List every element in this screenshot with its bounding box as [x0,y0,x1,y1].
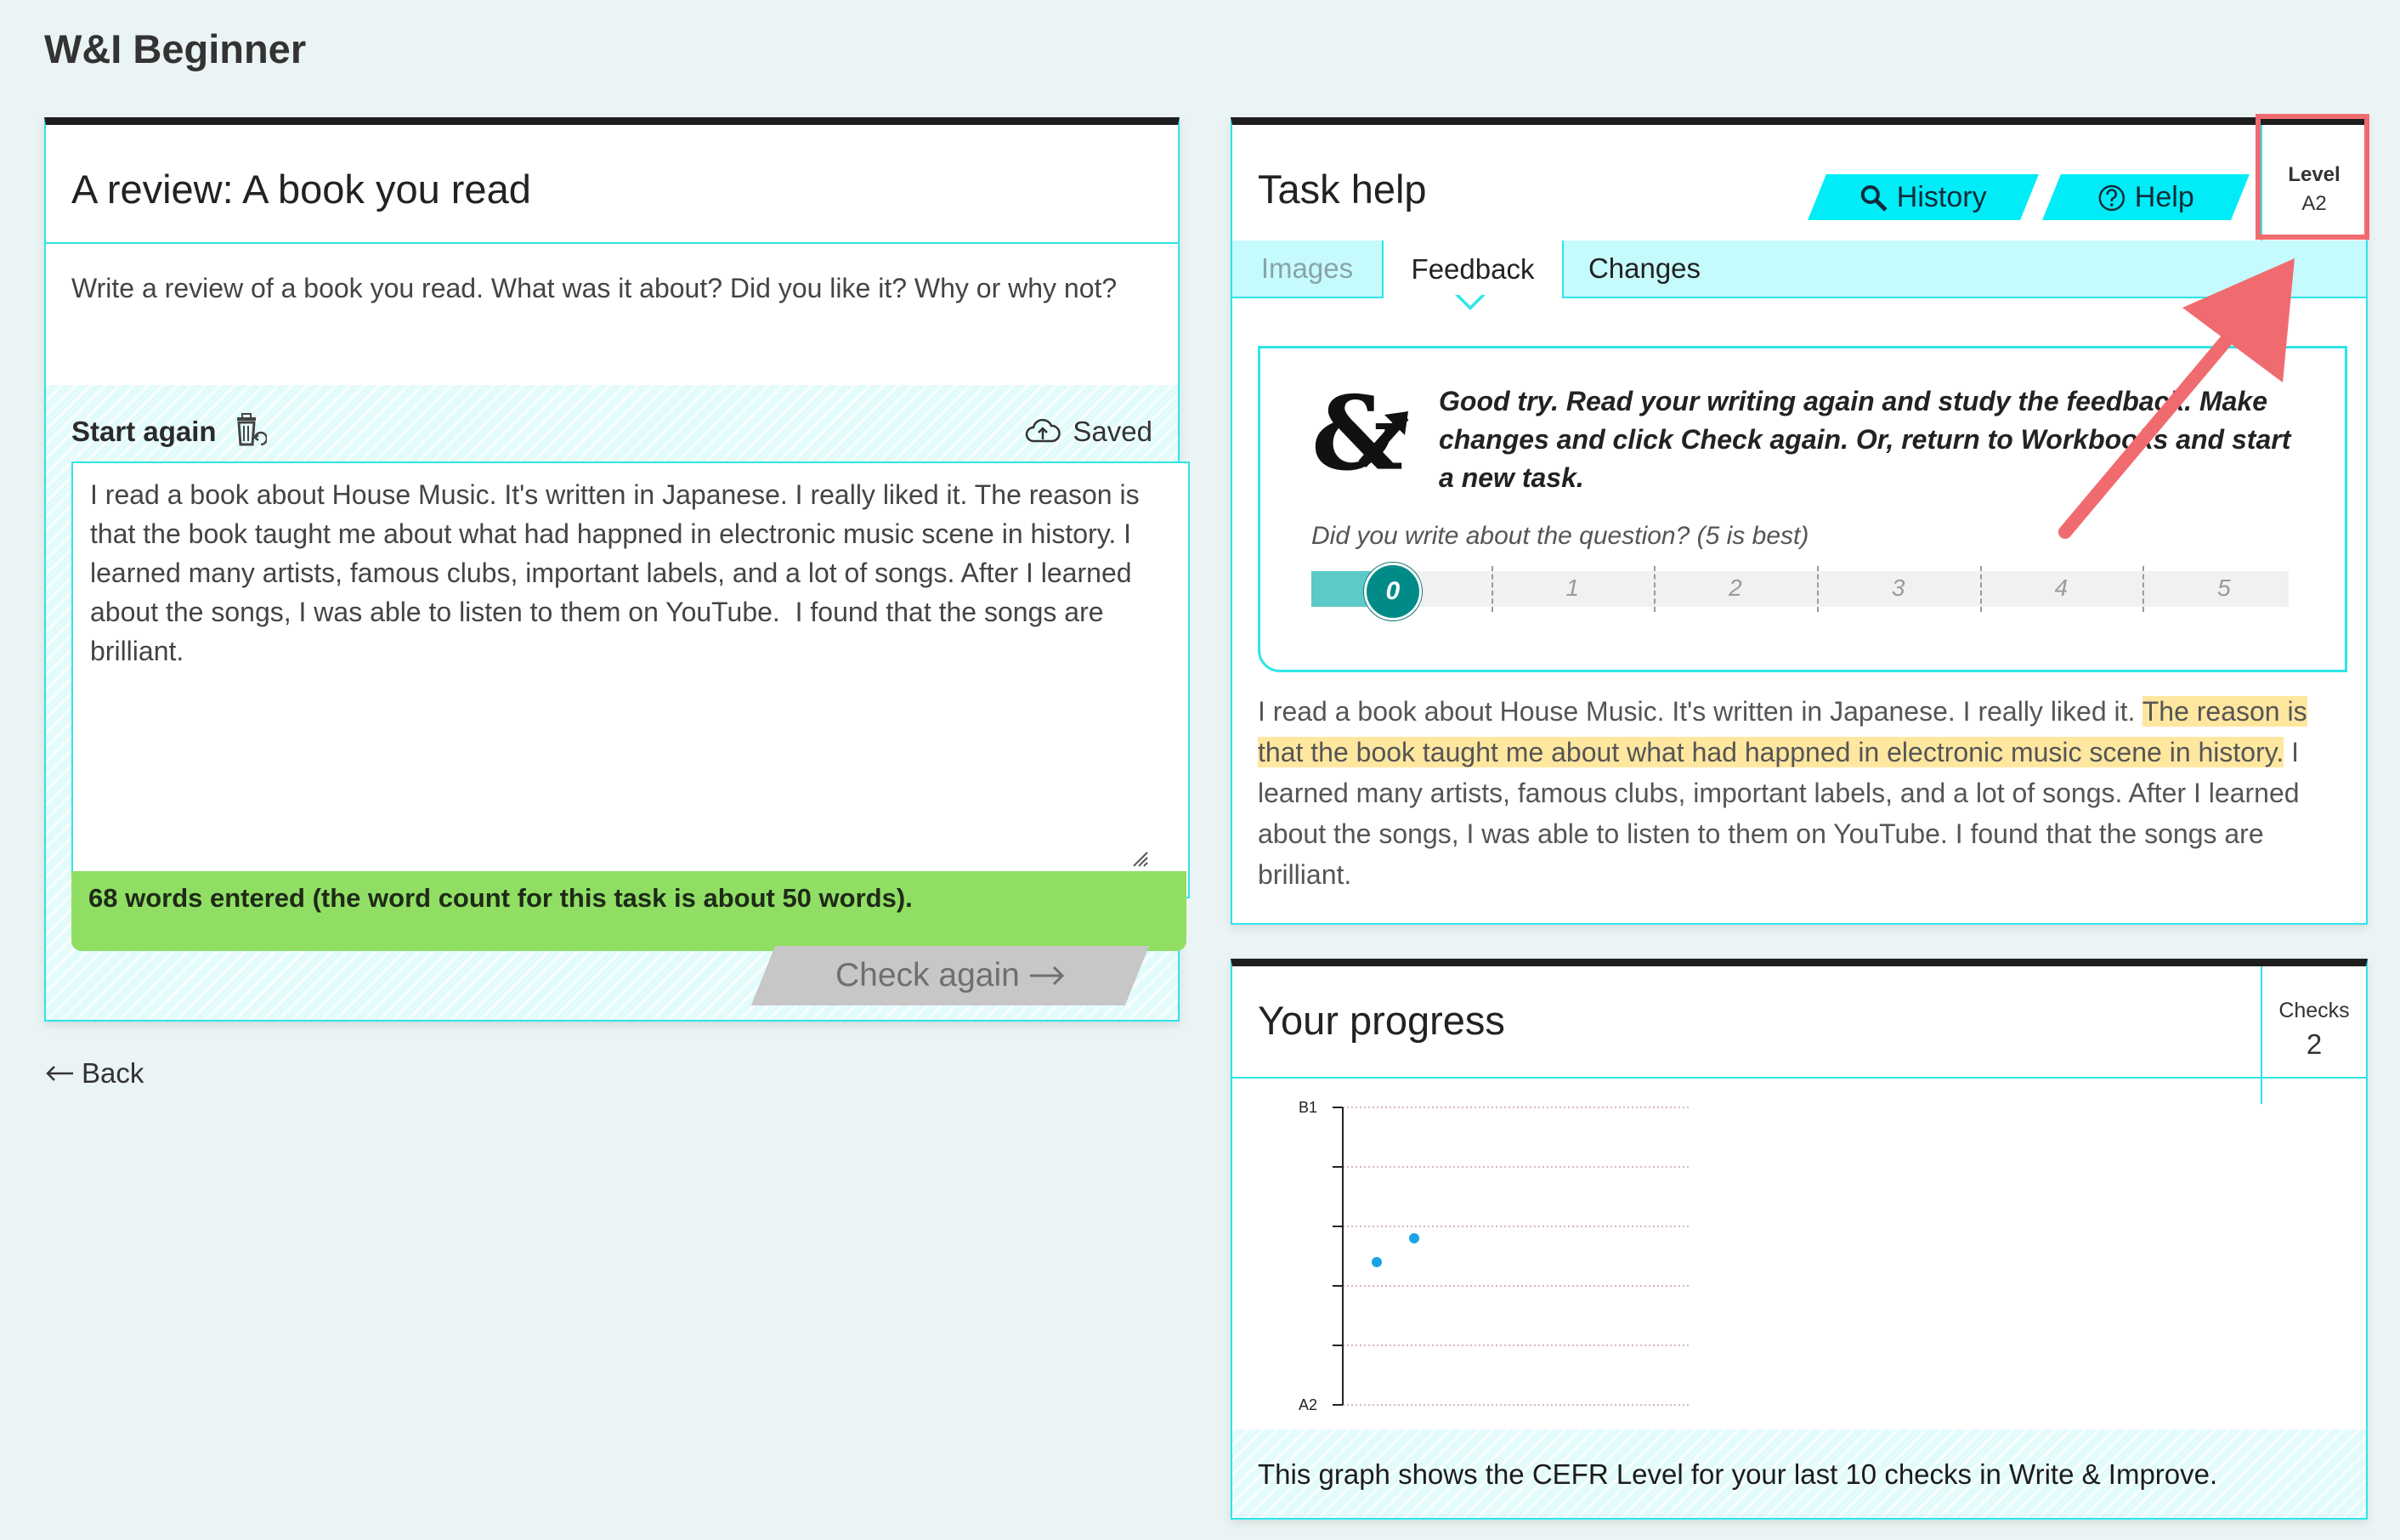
arrow-left-icon [46,1066,73,1081]
back-link[interactable]: Back [44,1057,144,1090]
task-card-header: A review: A book you read [46,125,1178,244]
history-label: History [1897,180,1987,213]
check-again-label: Check again [835,957,1020,994]
saved-label: Saved [1073,416,1152,447]
app-title: W&I Beginner [44,26,307,71]
scale-label: 2 [1729,575,1742,601]
trash-icon[interactable] [229,412,267,450]
help-label: Help [2135,180,2194,213]
back-label: Back [82,1057,144,1089]
saved-status: Saved [1025,416,1152,448]
task-card: A review: A book you read Write a review… [44,117,1190,1022]
progress-title: Your progress [1258,998,1505,1043]
annotation-highlight-box [2256,114,2369,240]
search-icon [1861,184,1888,211]
task-help-title: Task help [1258,167,1427,212]
progress-header: Your progress [1232,966,2366,1079]
tab-images[interactable]: Images [1232,241,1382,297]
arrow-right-icon [1029,965,1064,986]
cefr-chart: A2 B1 [1299,1099,1691,1413]
feedback-essay-text: I read a book about House Music. It's wr… [1258,691,2342,895]
scale-label: 1 [1565,575,1580,601]
help-button[interactable]: Help [2042,174,2250,220]
score-scale: 0 1 2 3 4 5 [1311,563,2289,620]
scale-label: 3 [1891,575,1905,601]
annotation-arrow-icon [2058,258,2295,539]
scale-tick [2142,566,2145,612]
checks-box: Checks 2 [2261,966,2366,1104]
cloud-upload-icon [1026,419,1061,443]
tab-feedback[interactable]: Feedback [1382,241,1564,298]
scale-tick [1654,566,1656,612]
scale-label: 4 [2054,575,2069,601]
essay-input[interactable] [71,461,1190,898]
graph-note: This graph shows the CEFR Level for your… [1232,1430,2366,1518]
task-title: A review: A book you read [71,167,531,212]
score-marker: 0 [1363,563,1422,620]
data-point [1372,1257,1382,1267]
resize-grip-icon[interactable] [1130,849,1149,868]
progress-card: Your progress Checks 2 A2 B1 This graph s… [1231,959,2368,1520]
start-again-label[interactable]: Start again [71,416,217,448]
question-circle-icon [2098,184,2125,211]
word-count-message: 68 words entered (the word count for thi… [71,871,1186,951]
checks-label: Checks [2278,999,2350,1022]
scale-tick [1491,566,1493,612]
history-button[interactable]: History [1808,174,2039,220]
essay-text-before: I read a book about House Music. It's wr… [1258,696,2142,727]
y-tick-label: A2 [1299,1396,1317,1413]
data-point [1409,1233,1419,1243]
feedback-question: Did you write about the question? (5 is … [1311,522,1809,550]
task-prompt: Write a review of a book you read. What … [71,273,1118,303]
active-tab-pointer [1455,293,1486,310]
scale-tick [1979,566,1982,612]
editor-area: Start again Saved 68 words entered (the … [46,385,1190,1020]
tab-changes[interactable]: Changes [1560,241,1729,297]
y-tick-label: B1 [1299,1099,1317,1116]
ampersand-arrow-icon: & [1311,382,1409,484]
checks-value: 2 [2306,1028,2323,1060]
check-again-button[interactable]: Check again [750,946,1150,1005]
scale-label: 5 [2217,575,2231,601]
scale-tick [1817,566,1819,612]
